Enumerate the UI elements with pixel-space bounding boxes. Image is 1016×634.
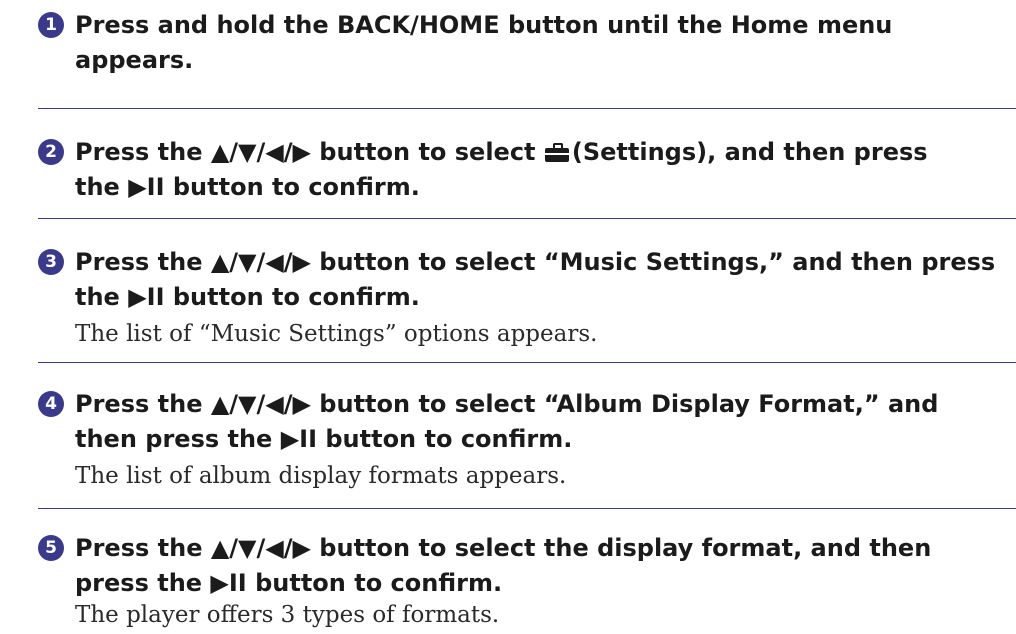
instruction-text: Press the ▲/▼/◀/▶ button to select [75, 138, 544, 166]
step-result: The list of “Music Settings” options app… [75, 321, 598, 347]
divider [38, 508, 1016, 509]
instruction-text: (Settings), and then press [571, 138, 928, 166]
instruction-line: Press the ▲/▼/◀/▶ button to select (Sett… [75, 135, 1000, 170]
divider [38, 108, 1016, 109]
step-instruction: Press the ▲/▼/◀/▶ button to select (Sett… [75, 135, 1000, 205]
step-number-badge: 5 [38, 535, 64, 561]
instruction-line: press the ▶II button to confirm. [75, 569, 503, 597]
step-instruction: Press the ▲/▼/◀/▶ button to select “Musi… [75, 245, 1000, 315]
instruction-line: Press and hold the BACK/HOME button unti… [75, 11, 893, 39]
instruction-line: the ▶II button to confirm. [75, 173, 420, 201]
step-number-badge: 1 [38, 12, 64, 38]
divider [38, 362, 1016, 363]
instruction-line: appears. [75, 46, 194, 74]
instruction-line: then press the ▶II button to confirm. [75, 425, 573, 453]
instruction-line: the ▶II button to confirm. [75, 283, 420, 311]
step-instruction: Press the ▲/▼/◀/▶ button to select “Albu… [75, 387, 1000, 457]
step-number-badge: 4 [38, 391, 64, 417]
settings-toolbox-icon [544, 143, 569, 162]
divider [38, 218, 1016, 219]
step-instruction: Press the ▲/▼/◀/▶ button to select the d… [75, 531, 1000, 601]
step-result: The player offers 3 types of formats. [75, 602, 500, 628]
step-number-badge: 2 [38, 139, 64, 165]
step-instruction: Press and hold the BACK/HOME button unti… [75, 8, 1000, 78]
step-result: The list of album display formats appear… [75, 463, 567, 489]
instruction-line: Press the ▲/▼/◀/▶ button to select the d… [75, 534, 932, 562]
instruction-line: Press the ▲/▼/◀/▶ button to select “Albu… [75, 390, 939, 418]
instruction-line: Press the ▲/▼/◀/▶ button to select “Musi… [75, 248, 996, 276]
step-number-badge: 3 [38, 249, 64, 275]
